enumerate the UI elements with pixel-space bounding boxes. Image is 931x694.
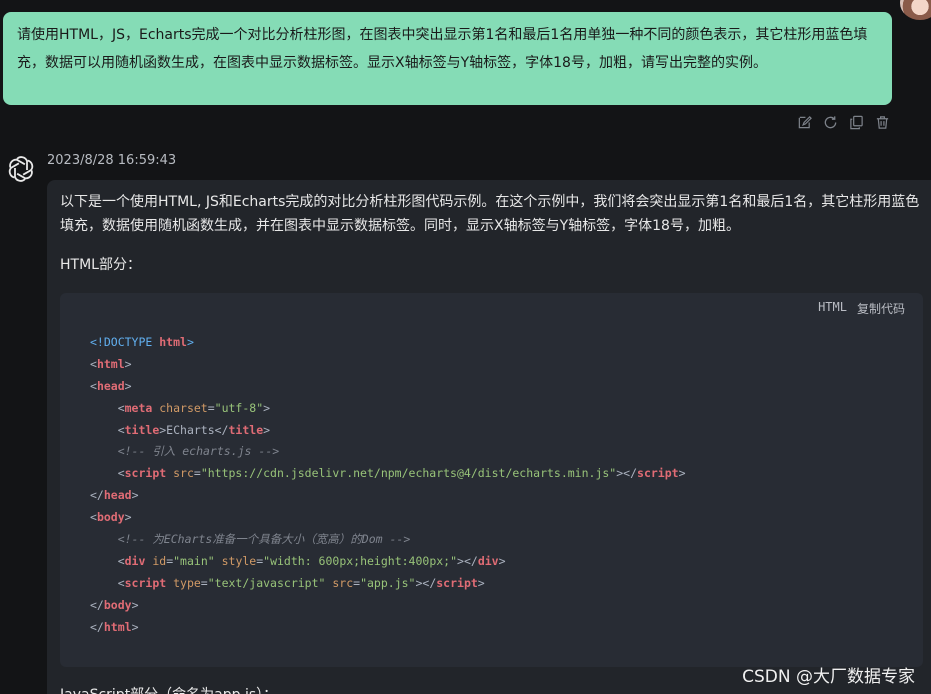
code-token: > <box>263 400 271 415</box>
code-line: <script type="text/javascript" src="app.… <box>90 573 686 595</box>
code-token: = <box>207 400 215 415</box>
code-token: title <box>124 422 160 437</box>
code-token: <!-- 为ECharts准备一个具备大小（宽高）的Dom --> <box>90 532 411 547</box>
code-token: > <box>131 619 139 634</box>
code-token: "width: 600px;height:400px;" <box>263 553 458 568</box>
code-token: >ECharts</ <box>159 422 229 437</box>
watermark: CSDN @大厂数据专家 <box>742 667 915 687</box>
code-line: </html> <box>90 617 686 639</box>
code-token: < <box>90 575 125 590</box>
code-token: "app.js" <box>360 575 416 590</box>
code-line: </body> <box>90 595 686 617</box>
code-token: head <box>103 488 132 503</box>
code-token: body <box>103 597 132 612</box>
code-token: "text/javascript" <box>207 575 326 590</box>
code-line: <div id="main" style="width: 600px;heigh… <box>90 551 686 573</box>
code-token: "utf-8" <box>214 400 264 415</box>
code-token: > <box>498 553 506 568</box>
code-token: type <box>166 575 201 590</box>
code-line: <!DOCTYPE html> <box>90 332 686 354</box>
code-token: script <box>124 575 167 590</box>
code-token: script <box>637 466 679 481</box>
code-token: > <box>131 597 139 612</box>
code-language-label: HTML <box>818 300 847 314</box>
code-line: <body> <box>90 507 686 529</box>
code-content: <!DOCTYPE html> <html> <head> <meta charse… <box>90 332 686 638</box>
user-message-bubble: 请使用HTML，JS，Echarts完成一个对比分析柱形图，在图表中突出显示第1… <box>3 12 892 105</box>
delete-icon[interactable] <box>874 114 891 131</box>
code-token: ></ <box>457 553 478 568</box>
code-line: <title>ECharts</title> <box>90 420 686 442</box>
code-token: ></ <box>415 575 437 590</box>
user-avatar <box>900 0 931 20</box>
code-token: = <box>193 466 201 481</box>
code-token: div <box>477 553 499 568</box>
refresh-icon[interactable] <box>822 114 839 131</box>
javascript-section-label: JavaScript部分（命名为app.js）： <box>60 684 277 694</box>
code-token: > <box>186 335 194 349</box>
message-timestamp: 2023/8/28 16:59:43 <box>47 153 177 168</box>
code-token: > <box>477 575 485 590</box>
code-token: style <box>214 553 257 568</box>
code-token: div <box>124 553 146 568</box>
code-token: > <box>124 510 132 525</box>
code-token: script <box>124 466 167 481</box>
html-section-label: HTML部分： <box>60 257 141 273</box>
code-token: < <box>90 400 125 415</box>
code-line: <html> <box>90 354 686 376</box>
code-token: title <box>228 422 264 437</box>
code-line: <head> <box>90 376 686 398</box>
code-token: </ <box>90 488 104 503</box>
code-token: > <box>263 422 271 437</box>
code-token: </ <box>90 597 104 612</box>
code-token: id <box>145 553 167 568</box>
code-token: < <box>90 553 125 568</box>
code-token: script <box>436 575 478 590</box>
code-token: charset <box>152 400 208 415</box>
code-token: > <box>124 356 132 371</box>
copy-icon[interactable] <box>848 114 865 131</box>
copy-code-button[interactable]: 复制代码 <box>857 300 905 317</box>
code-token: </ <box>90 619 104 634</box>
edit-icon[interactable] <box>796 114 813 131</box>
code-token: > <box>678 466 686 481</box>
code-token: < <box>90 466 125 481</box>
code-token: > <box>131 488 139 503</box>
user-message-text: 请使用HTML，JS，Echarts完成一个对比分析柱形图，在图表中突出显示第1… <box>17 27 868 71</box>
code-token: < <box>90 422 125 437</box>
code-token: ></ <box>616 466 638 481</box>
code-token: html <box>96 356 125 371</box>
code-token: "https://cdn.jsdelivr.net/npm/echarts@4/… <box>200 466 617 481</box>
code-token: head <box>96 378 125 393</box>
code-line: <!-- 为ECharts准备一个具备大小（宽高）的Dom --> <box>90 529 686 551</box>
code-token: <!DOCTYPE <box>90 335 160 349</box>
code-header: HTML 复制代码 <box>818 300 905 317</box>
code-line: <!-- 引入 echarts.js --> <box>90 441 686 463</box>
code-token: > <box>124 378 132 393</box>
code-block: HTML 复制代码 <!DOCTYPE html> <html> <head> <m… <box>60 293 923 667</box>
user-message-actions <box>796 114 891 131</box>
code-token: meta <box>124 400 153 415</box>
code-token: html <box>103 619 132 634</box>
code-token: <!-- 引入 echarts.js --> <box>90 444 280 459</box>
code-token: src <box>166 466 194 481</box>
openai-logo-icon <box>6 154 36 184</box>
code-token: = <box>200 575 208 590</box>
code-token: body <box>96 510 125 525</box>
assistant-intro-text: 以下是一个使用HTML, JS和Echarts完成的对比分析柱形图代码示例。在这… <box>60 194 920 234</box>
code-token: html <box>159 335 187 349</box>
code-token: < <box>90 510 97 525</box>
code-token: src <box>325 575 354 590</box>
code-line: <meta charset="utf-8"> <box>90 398 686 420</box>
code-line: <script src="https://cdn.jsdelivr.net/np… <box>90 463 686 485</box>
code-token: < <box>90 356 97 371</box>
code-token: < <box>90 378 97 393</box>
code-token: "main" <box>173 553 215 568</box>
code-line: </head> <box>90 485 686 507</box>
